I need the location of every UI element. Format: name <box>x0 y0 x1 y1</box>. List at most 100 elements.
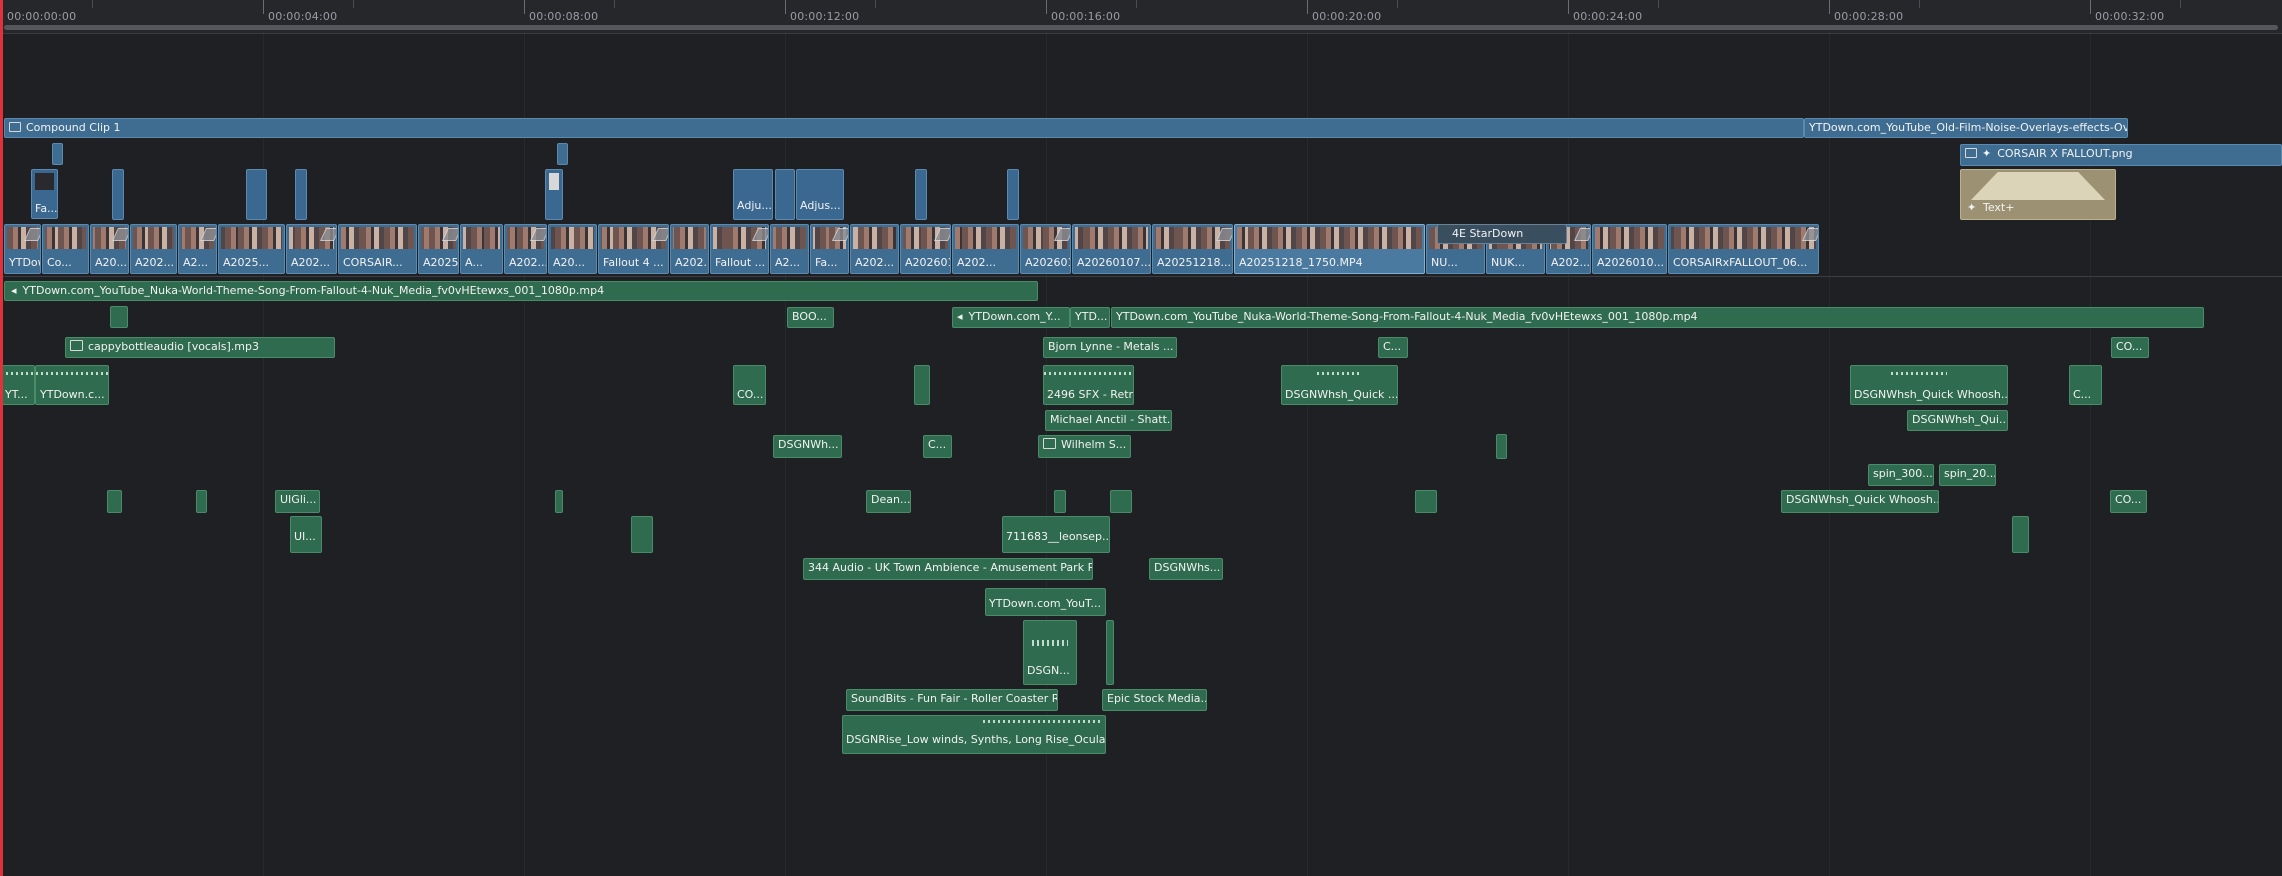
audio-clip[interactable]: YTDown.c... <box>35 365 109 405</box>
audio-clip[interactable]: UI... <box>290 516 322 553</box>
image-clip[interactable]: ✦ CORSAIR X FALLOUT.png <box>1960 144 2282 166</box>
video-clip[interactable] <box>545 169 563 220</box>
video-clip[interactable]: A2026010... <box>1592 224 1667 274</box>
video-clip[interactable]: A202... <box>286 224 337 274</box>
clip-thumbnail <box>549 173 559 190</box>
audio-clip[interactable]: C... <box>2069 365 2102 405</box>
audio-clip[interactable]: 2496 SFX - Retr... <box>1043 365 1134 405</box>
audio-clip[interactable] <box>555 490 563 513</box>
audio-clip[interactable]: cappybottleaudio [vocals].mp3 <box>65 337 335 358</box>
audio-clip[interactable] <box>196 490 207 513</box>
audio-clip[interactable]: DSGNWhsh_Quick Whoosh... <box>1850 365 2008 405</box>
clip-label: YTDow... <box>9 256 40 269</box>
audio-clip[interactable] <box>914 365 930 405</box>
audio-clip[interactable]: C... <box>923 435 952 458</box>
video-clip[interactable]: CORSAIR... <box>338 224 417 274</box>
video-clip[interactable] <box>295 169 307 220</box>
video-clip[interactable]: A202... <box>952 224 1019 274</box>
playhead[interactable] <box>0 0 3 876</box>
video-clip[interactable] <box>52 143 63 165</box>
video-clip[interactable]: Co... <box>42 224 89 274</box>
audio-clip[interactable]: spin_300... <box>1868 464 1934 486</box>
audio-clip[interactable]: Bjorn Lynne - Metals ... <box>1043 337 1177 358</box>
clip-thumbnail <box>341 227 414 249</box>
video-clip[interactable]: A20251218... <box>1152 224 1233 274</box>
audio-clip[interactable]: Epic Stock Media... <box>1102 689 1207 711</box>
audio-clip[interactable]: BOO... <box>787 307 834 328</box>
video-clip[interactable]: A2... <box>178 224 217 274</box>
audio-clip[interactable]: SoundBits - Fun Fair - Roller Coaster R.… <box>846 689 1058 711</box>
video-clip[interactable] <box>775 169 795 220</box>
timecode-label: 00:00:00:00 <box>7 10 77 23</box>
audio-clip[interactable] <box>1415 490 1437 513</box>
video-clip[interactable]: A202601... <box>900 224 951 274</box>
video-clip[interactable]: Fallout 4 ... <box>598 224 669 274</box>
audio-clip[interactable]: DSGNWhs... <box>1149 558 1223 580</box>
video-clip[interactable] <box>1007 169 1019 220</box>
audio-clip[interactable]: ◂ YTDown.com_YouTube_Nuka-World-Theme-Son… <box>4 281 1038 301</box>
clip-label: Fa... <box>35 202 58 215</box>
text-title-clip[interactable]: ✦ Text+ <box>1960 169 2116 220</box>
audio-clip[interactable]: Michael Anctil - Shatt... <box>1045 410 1172 431</box>
video-clip[interactable] <box>915 169 927 220</box>
adjustment-clip[interactable]: Adju... <box>733 169 773 220</box>
audio-clip[interactable]: 711683__leonsep... <box>1002 516 1110 553</box>
video-clip[interactable]: A20260107... <box>1072 224 1151 274</box>
video-clip[interactable]: A2... <box>770 224 809 274</box>
audio-clip[interactable] <box>1496 434 1507 459</box>
video-clip[interactable]: A202... <box>850 224 899 274</box>
audio-clip[interactable] <box>1054 490 1066 513</box>
audio-clip[interactable] <box>1110 490 1132 513</box>
timecode-ruler[interactable]: 00:00:00:00 00:00:04:00 00:00:08:00 00:0… <box>0 0 2282 34</box>
audio-clip[interactable]: DSGNWh... <box>773 435 842 458</box>
audio-clip[interactable]: DSGNWhsh_Quick Whoosh... <box>1781 490 1939 513</box>
audio-clip[interactable]: CO... <box>2110 490 2147 513</box>
audio-clip[interactable]: C... <box>1378 337 1408 358</box>
overlay-video-clip[interactable]: YTDown.com_YouTube_Old-Film-Noise-Overla… <box>1804 118 2128 138</box>
audio-clip[interactable]: 344 Audio - UK Town Ambience - Amusement… <box>803 558 1093 580</box>
audio-clip[interactable]: Dean... <box>866 490 911 513</box>
compound-clip[interactable]: Compound Clip 1 <box>4 118 1804 138</box>
audio-clip[interactable]: UIGli... <box>275 490 320 513</box>
audio-clip[interactable]: CO... <box>733 365 766 405</box>
video-clip[interactable]: A202... <box>670 224 709 274</box>
video-clip[interactable]: A20251218_1750.MP4 <box>1234 224 1425 274</box>
audio-clip[interactable]: YT... <box>0 365 35 405</box>
audio-clip[interactable] <box>1106 620 1114 685</box>
audio-clip[interactable] <box>631 516 653 553</box>
audio-clip[interactable]: Wilhelm S... <box>1038 435 1131 458</box>
video-clip[interactable]: A202... <box>130 224 177 274</box>
audio-clip[interactable] <box>110 306 128 328</box>
video-clip[interactable]: A20... <box>548 224 597 274</box>
video-clip[interactable]: CORSAIRxFALLOUT_06... <box>1668 224 1819 274</box>
video-clip[interactable]: Fa... <box>31 169 58 219</box>
audio-clip[interactable]: DSGNWhsh_Quick ... <box>1281 365 1398 405</box>
audio-clip[interactable] <box>2012 516 2029 553</box>
video-clip[interactable] <box>246 169 267 220</box>
ruler-tick <box>1397 0 1398 8</box>
audio-clip[interactable]: YTDown.com_YouTube_Nuka-World-Theme-Song… <box>1111 307 2204 328</box>
video-clip[interactable]: A... <box>460 224 503 274</box>
video-clip[interactable]: YTDow... <box>4 224 41 274</box>
video-clip[interactable]: A2025... <box>218 224 285 274</box>
title-overlay-clip[interactable]: 4E StarDown <box>1437 224 1567 244</box>
audio-clip[interactable]: ◂ YTDown.com_Y... <box>952 307 1070 328</box>
ruler-scrollbar[interactable] <box>4 25 2278 30</box>
audio-clip[interactable]: spin_20... <box>1939 464 1996 486</box>
audio-clip[interactable]: DSGNWhsh_Qui... <box>1907 410 2008 431</box>
audio-clip[interactable]: DSGN... <box>1023 620 1077 685</box>
video-clip[interactable]: A2025... <box>418 224 459 274</box>
video-clip[interactable] <box>112 169 124 220</box>
video-clip[interactable]: A202... <box>504 224 547 274</box>
audio-clip[interactable]: YTD... <box>1070 307 1110 328</box>
audio-clip[interactable]: DSGNRise_Low winds, Synths, Long Rise_Oc… <box>842 715 1106 754</box>
video-clip[interactable]: Fa... <box>810 224 849 274</box>
video-clip[interactable]: Fallout ... <box>710 224 769 274</box>
adjustment-clip[interactable]: Adjus... <box>796 169 844 220</box>
audio-clip[interactable]: YTDown.com_YouT... <box>985 588 1106 616</box>
video-clip[interactable]: A20... <box>90 224 129 274</box>
audio-clip[interactable]: CO... <box>2111 337 2149 358</box>
audio-clip[interactable] <box>107 490 122 513</box>
video-clip[interactable]: A202601... <box>1020 224 1071 274</box>
video-clip[interactable] <box>557 143 568 165</box>
